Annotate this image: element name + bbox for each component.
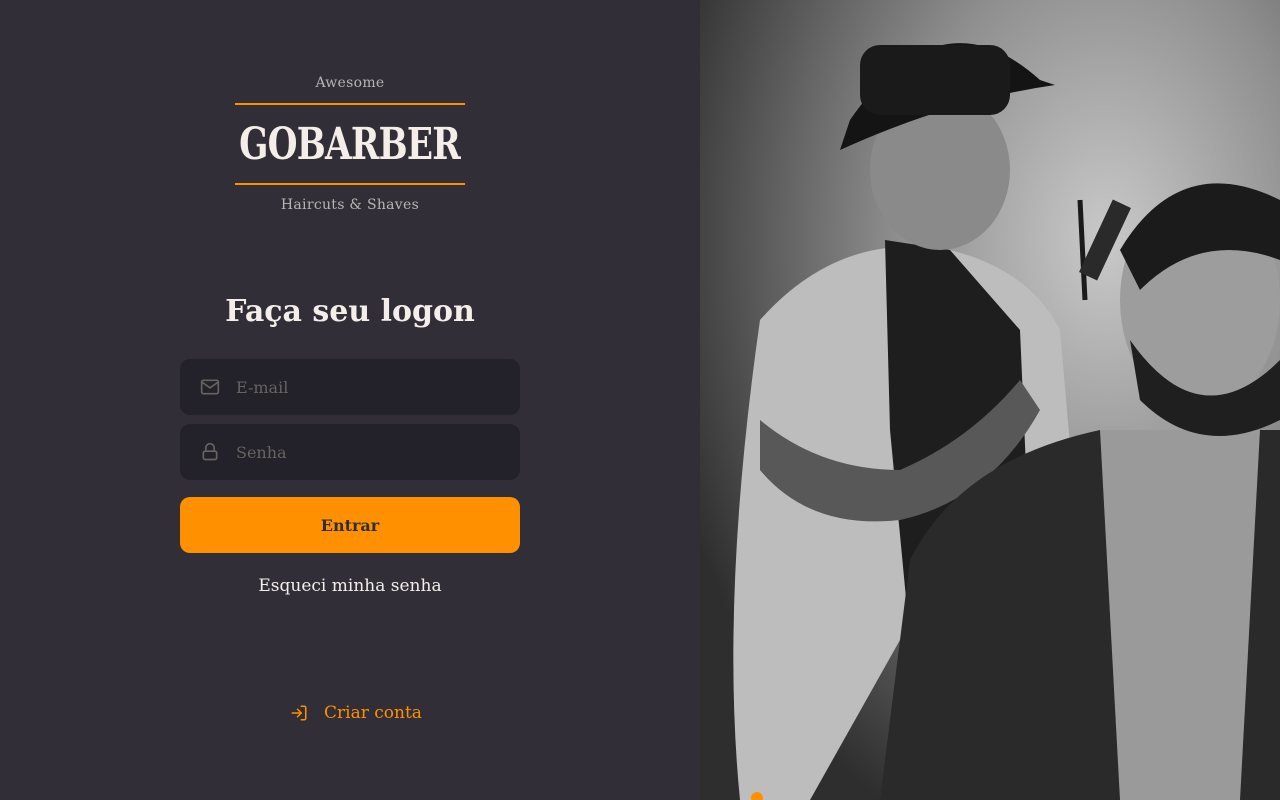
- login-panel: Awesome GOBARBER Haircuts & Shaves Faça …: [0, 0, 700, 800]
- logo-tagline-top: Awesome: [315, 75, 385, 91]
- page-title: Faça seu logon: [225, 294, 475, 329]
- email-field[interactable]: [180, 359, 520, 415]
- password-field[interactable]: [180, 424, 520, 480]
- lock-icon: [200, 442, 220, 462]
- barber-photo: [700, 0, 1280, 800]
- logo-tagline-bottom: Haircuts & Shaves: [280, 197, 420, 213]
- forgot-password-link[interactable]: Esqueci minha senha: [180, 576, 520, 596]
- logo-divider-bottom: [235, 183, 465, 185]
- log-in-icon: [290, 704, 308, 722]
- login-button[interactable]: Entrar: [180, 497, 520, 553]
- logo-title: GOBARBER: [239, 118, 462, 170]
- create-account-link[interactable]: Criar conta: [290, 701, 450, 725]
- email-input[interactable]: [236, 377, 496, 397]
- password-input[interactable]: [236, 442, 496, 462]
- barbershop-image: [700, 0, 1280, 800]
- create-account-label: Criar conta: [324, 703, 422, 723]
- mail-icon: [200, 377, 220, 397]
- gobarber-logo: Awesome GOBARBER Haircuts & Shaves: [235, 72, 465, 222]
- logo-wordmark: GOBARBER: [235, 105, 465, 183]
